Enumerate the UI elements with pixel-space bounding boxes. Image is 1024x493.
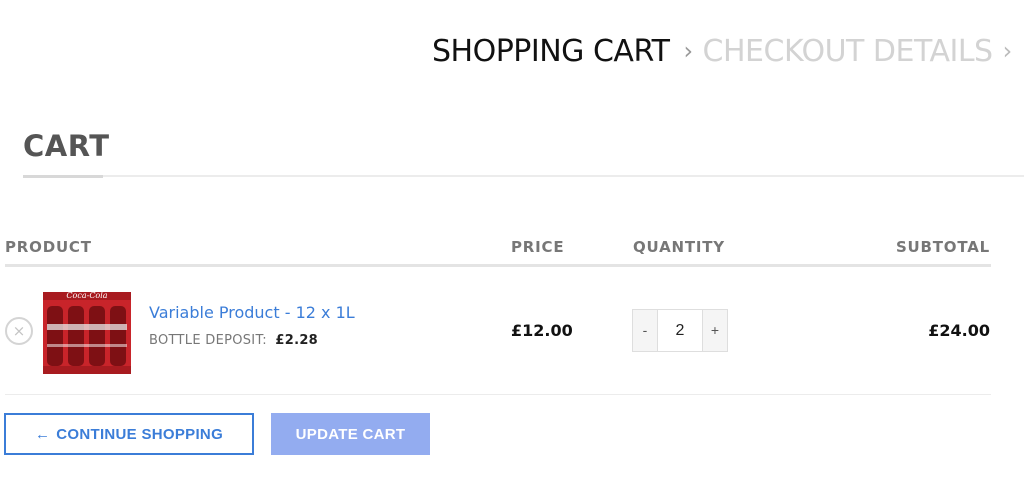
- bottle-deposit-label: BOTTLE DEPOSIT:: [149, 333, 267, 348]
- quantity-input[interactable]: [657, 310, 703, 351]
- quantity-increment-button[interactable]: +: [703, 310, 727, 351]
- continue-shopping-label: CONTINUE SHOPPING: [56, 425, 224, 443]
- row-divider: [5, 394, 991, 395]
- quantity-decrement-button[interactable]: -: [633, 310, 657, 351]
- checkout-breadcrumb: SHOPPING CART › CHECKOUT DETAILS ›: [432, 34, 1012, 69]
- remove-item-icon[interactable]: ×: [5, 317, 33, 345]
- table-header-divider: [5, 264, 991, 267]
- cart-title-divider: [23, 175, 1024, 177]
- cart-title-underline: [23, 175, 103, 178]
- column-header-subtotal: SUBTOTAL: [895, 238, 990, 256]
- update-cart-button[interactable]: UPDATE CART: [271, 413, 430, 455]
- breadcrumb-chevron-icon: ›: [683, 37, 693, 65]
- bottle-deposit: BOTTLE DEPOSIT: £2.28: [149, 333, 318, 348]
- quantity-stepper: - +: [632, 309, 728, 352]
- breadcrumb-shopping-cart[interactable]: SHOPPING CART: [432, 34, 670, 69]
- arrow-left-icon: ←: [34, 425, 51, 443]
- column-header-product: PRODUCT: [5, 238, 92, 256]
- breadcrumb-chevron-icon: ›: [1002, 37, 1013, 65]
- item-price: £12.00: [511, 321, 573, 340]
- bottle-deposit-value: £2.28: [275, 333, 319, 348]
- item-subtotal: £24.00: [928, 321, 990, 340]
- continue-shopping-button[interactable]: ← CONTINUE SHOPPING: [4, 413, 254, 455]
- column-header-price: PRICE: [511, 238, 565, 256]
- column-header-quantity: QUANTITY: [633, 238, 725, 256]
- product-thumbnail[interactable]: Coca-Cola: [41, 286, 133, 376]
- product-name-link[interactable]: Variable Product - 12 x 1L: [149, 303, 355, 322]
- breadcrumb-checkout-details[interactable]: CHECKOUT DETAILS: [703, 34, 994, 69]
- crate-logo-text: Coca-Cola: [66, 291, 107, 300]
- cart-title: CART: [23, 129, 110, 163]
